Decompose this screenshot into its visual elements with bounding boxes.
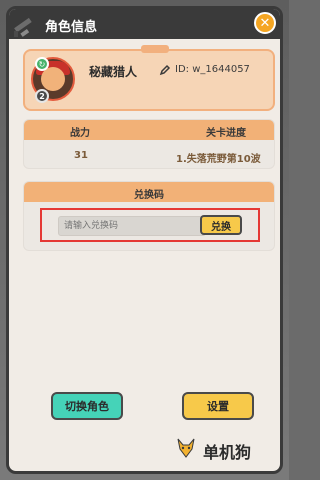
settings-button[interactable]: 设置 — [182, 392, 254, 420]
profile-card: 2 ↻ 秘藏猎人 ID: w_1644057 — [23, 45, 275, 111]
close-button[interactable]: ✕ — [254, 12, 276, 34]
redeem-button[interactable]: 兑换 — [200, 215, 242, 235]
redeem-title: 兑换码 — [134, 190, 164, 201]
character-info-modal: 角色信息 ✕ 2 ↻ 秘藏猎人 ID: w_1644057 战力 关卡进度 31… — [6, 6, 283, 474]
avatar[interactable]: 2 ↻ — [31, 57, 75, 103]
level-badge: 2 — [35, 89, 49, 103]
progress-label: 关卡进度 — [206, 128, 246, 139]
modal-header: 角色信息 ✕ — [9, 9, 280, 39]
power-value: 31 — [74, 150, 88, 161]
redeem-code-input[interactable] — [58, 216, 206, 236]
sword-icon — [14, 17, 32, 37]
watermark: 单机狗 — [175, 437, 295, 463]
edit-icon[interactable] — [159, 64, 171, 76]
profile-card-tab — [141, 45, 169, 53]
watermark-text: 单机狗 — [203, 443, 252, 462]
player-id: ID: w_1644057 — [175, 64, 250, 75]
sync-icon: ↻ — [35, 57, 49, 71]
modal-title: 角色信息 — [45, 20, 98, 35]
stats-panel: 战力 关卡进度 31 1.失落荒野第10波 — [23, 119, 275, 169]
switch-character-button[interactable]: 切换角色 — [51, 392, 123, 420]
fox-icon — [177, 438, 195, 458]
progress-value: 1.失落荒野第10波 — [176, 154, 261, 165]
player-name: 秘藏猎人 — [89, 65, 138, 79]
redeem-panel: 兑换码 兑换 — [23, 181, 275, 251]
avatar-face — [41, 67, 65, 91]
close-icon: ✕ — [259, 15, 271, 31]
power-label: 战力 — [70, 128, 90, 139]
